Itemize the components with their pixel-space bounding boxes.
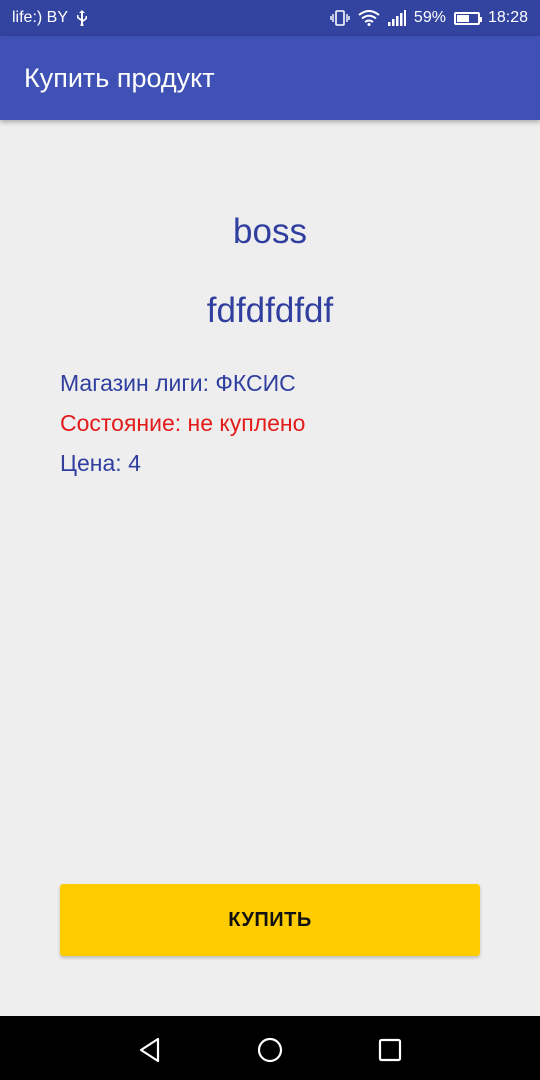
battery-fill: [456, 14, 469, 22]
wifi-icon: [358, 10, 380, 26]
buy-button[interactable]: КУПИТЬ: [60, 884, 480, 956]
product-name: boss: [233, 212, 307, 251]
back-icon[interactable]: [132, 1032, 168, 1068]
recent-apps-icon[interactable]: [372, 1032, 408, 1068]
battery-icon: [453, 11, 482, 25]
status-right: 59% 18:28: [330, 9, 528, 27]
navigation-bar: [0, 1016, 540, 1080]
app-bar: Купить продукт: [0, 36, 540, 120]
shop-label: Магазин лиги: ФКСИС: [60, 370, 296, 396]
page-title: Купить продукт: [24, 62, 215, 93]
state-label: Состояние: не куплено: [60, 410, 306, 436]
status-left: life:) BY: [12, 9, 88, 27]
battery-percent: 59%: [413, 9, 446, 26]
vibrate-icon: [330, 10, 350, 26]
home-icon[interactable]: [252, 1032, 288, 1068]
product-description: fdfdfdfdf: [206, 291, 334, 330]
price-label: Цена: 4: [60, 450, 141, 476]
signal-icon: [387, 10, 406, 26]
status-bar: life:) BY 59% 18:28: [0, 0, 540, 36]
clock: 18:28: [487, 9, 528, 26]
carrier-label: life:) BY: [12, 9, 69, 26]
usb-icon: [76, 10, 88, 26]
